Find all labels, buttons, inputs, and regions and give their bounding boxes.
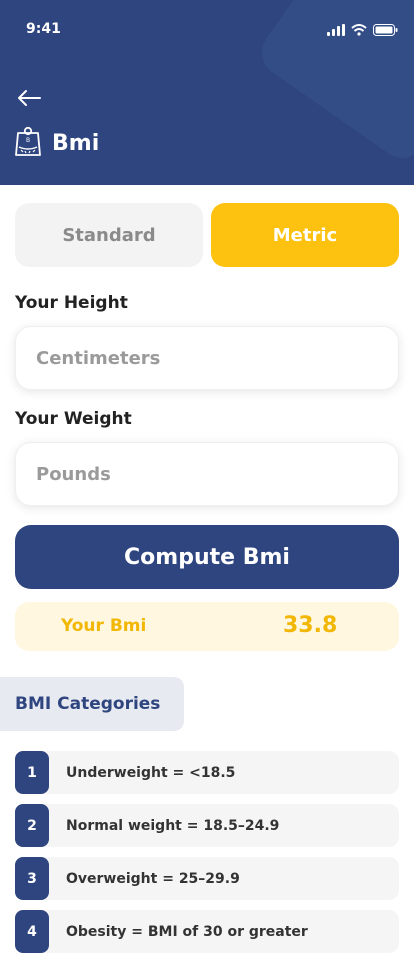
weight-input[interactable]	[16, 443, 398, 505]
height-label: Your Height	[15, 293, 128, 313]
category-number: 1	[15, 751, 49, 794]
battery-icon	[373, 21, 398, 40]
weight-label: Your Weight	[15, 409, 132, 429]
bmi-screen: 9:41 B Bmi Standard Metric Your Height C…	[0, 0, 414, 978]
svg-text:B: B	[26, 137, 30, 144]
category-number: 3	[15, 857, 49, 900]
category-number: 2	[15, 804, 49, 847]
weight-field-container	[15, 442, 399, 506]
category-text: Obesity = BMI of 30 or greater	[43, 910, 399, 953]
page-title: Bmi	[52, 130, 100, 156]
back-button[interactable]	[16, 88, 44, 112]
bmi-result-value: 33.8	[283, 613, 338, 638]
height-field-container	[15, 326, 399, 390]
list-item: Obesity = BMI of 30 or greater 4	[15, 910, 399, 953]
bmi-categories-heading: BMI Categories	[0, 677, 184, 731]
category-text: Overweight = 25–29.9	[43, 857, 399, 900]
list-item: Underweight = <18.5 1	[15, 751, 399, 794]
scale-icon: B	[14, 125, 42, 161]
unit-standard-tab[interactable]: Standard	[15, 203, 203, 267]
category-number: 4	[15, 910, 49, 953]
back-arrow-icon	[16, 89, 42, 111]
unit-metric-tab[interactable]: Metric	[211, 203, 399, 267]
wifi-icon	[351, 21, 367, 40]
signal-icon	[327, 21, 345, 40]
list-item: Normal weight = 18.5–24.9 2	[15, 804, 399, 847]
header: 9:41 B Bmi	[0, 0, 414, 185]
status-time: 9:41	[26, 21, 61, 37]
category-text: Normal weight = 18.5–24.9	[43, 804, 399, 847]
category-text: Underweight = <18.5	[43, 751, 399, 794]
bmi-categories-list: Underweight = <18.5 1 Normal weight = 18…	[15, 751, 399, 963]
list-item: Overweight = 25–29.9 3	[15, 857, 399, 900]
title-row: B Bmi	[14, 125, 99, 161]
bmi-result-label: Your Bmi	[61, 616, 147, 636]
height-input[interactable]	[16, 327, 398, 389]
compute-bmi-button[interactable]: Compute Bmi	[15, 525, 399, 589]
status-icons	[327, 21, 398, 40]
bmi-result-card: Your Bmi 33.8	[15, 602, 399, 651]
